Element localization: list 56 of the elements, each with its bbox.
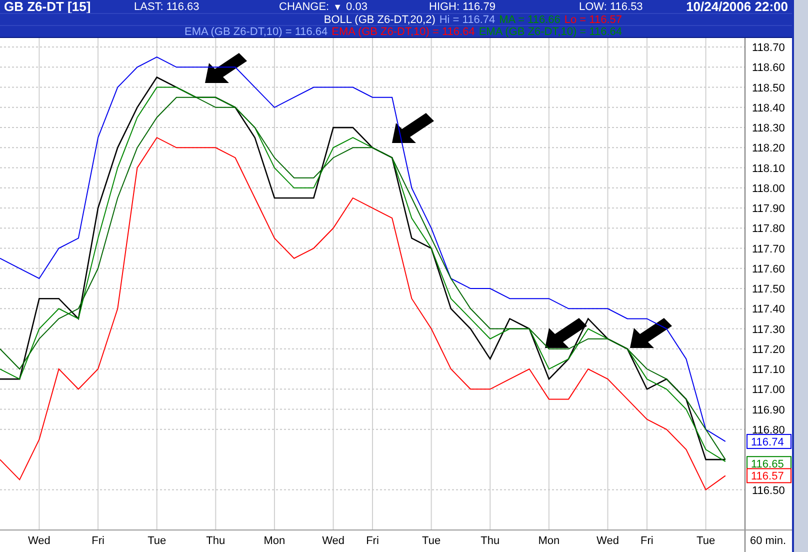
symbol-title: GB Z6-DT [15]: [4, 0, 92, 12]
y-axis-label: 117.90: [752, 203, 785, 216]
legend-entry: Lo = 116.57: [564, 14, 622, 26]
x-axis-label: Tue: [148, 535, 166, 547]
legend-entry: EMA (GB Z6-DT,10) = 116.64: [184, 26, 328, 38]
legend-entry: Hi = 116.74: [439, 14, 496, 26]
y-axis-label: 117.10: [752, 364, 785, 376]
x-axis-label: Fri: [640, 535, 654, 547]
y-axis-label: 117.00: [752, 384, 785, 396]
x-axis-label: Thu: [480, 535, 500, 547]
high-price: HIGH: 116.79: [429, 0, 496, 12]
x-axis-label: Tue: [696, 535, 716, 547]
y-axis-label: 118.70: [752, 42, 785, 54]
legend-entry: EMA (GB Z6-DT,10) = 116.64: [332, 26, 475, 38]
y-axis-label: 117.20: [752, 344, 785, 356]
y-axis-label: 118.50: [752, 82, 785, 94]
low-price: LOW: 116.53: [579, 0, 644, 12]
y-axis-label: 118.60: [752, 62, 785, 74]
y-axis-label: 117.60: [752, 263, 785, 276]
y-axis-label: 117.40: [752, 304, 785, 316]
x-axis-label: Fri: [92, 535, 104, 547]
x-axis-label: Fri: [366, 535, 379, 547]
y-axis-label: 117.50: [752, 284, 785, 296]
x-axis-label: Mon: [538, 535, 560, 547]
x-axis-label: Wed: [322, 535, 344, 547]
y-axis-label: 117.30: [752, 324, 785, 336]
y-axis-label: 118.20: [752, 142, 785, 155]
arrow-icon: [205, 53, 247, 83]
change-label: CHANGE:: [279, 0, 330, 12]
interval-label: 60 min.: [750, 535, 786, 547]
change-value: 0.03: [346, 0, 368, 12]
x-axis-label: Wed: [596, 535, 619, 547]
date-time: 10/24/2006 22:00: [686, 0, 788, 12]
legend-entry: MA = 116.66: [499, 14, 560, 26]
y-axis-label: 118.10: [752, 162, 785, 175]
x-axis-label: Tue: [422, 535, 441, 547]
y-axis-label: 118.30: [752, 122, 785, 135]
y-axis-label: 117.80: [752, 223, 785, 236]
down-arrow-icon: ▼: [333, 0, 342, 12]
price-tag: 116.74: [746, 434, 792, 449]
y-axis-label: 117.70: [752, 243, 785, 256]
y-axis-label: 116.50: [752, 484, 785, 497]
y-axis-label: 118.40: [752, 102, 785, 114]
price-tag: 116.57: [746, 468, 792, 484]
legend-entry: EMA (GB Z6-DT,10) = 116.64: [478, 26, 622, 38]
legend-entry: BOLL (GB Z6-DT,20,2): [324, 14, 436, 26]
y-axis-label: 118.00: [752, 182, 785, 195]
y-axis-label: 116.80: [752, 424, 785, 436]
y-axis-label: 116.90: [752, 404, 785, 416]
x-axis-label: Thu: [206, 535, 226, 547]
last-price: LAST: 116.63: [134, 0, 200, 12]
arrow-icon: [630, 318, 672, 348]
x-axis-label: Wed: [28, 535, 50, 547]
x-axis-label: Mon: [264, 535, 286, 547]
arrow-icon: [392, 113, 434, 143]
arrow-icon: [545, 318, 587, 348]
